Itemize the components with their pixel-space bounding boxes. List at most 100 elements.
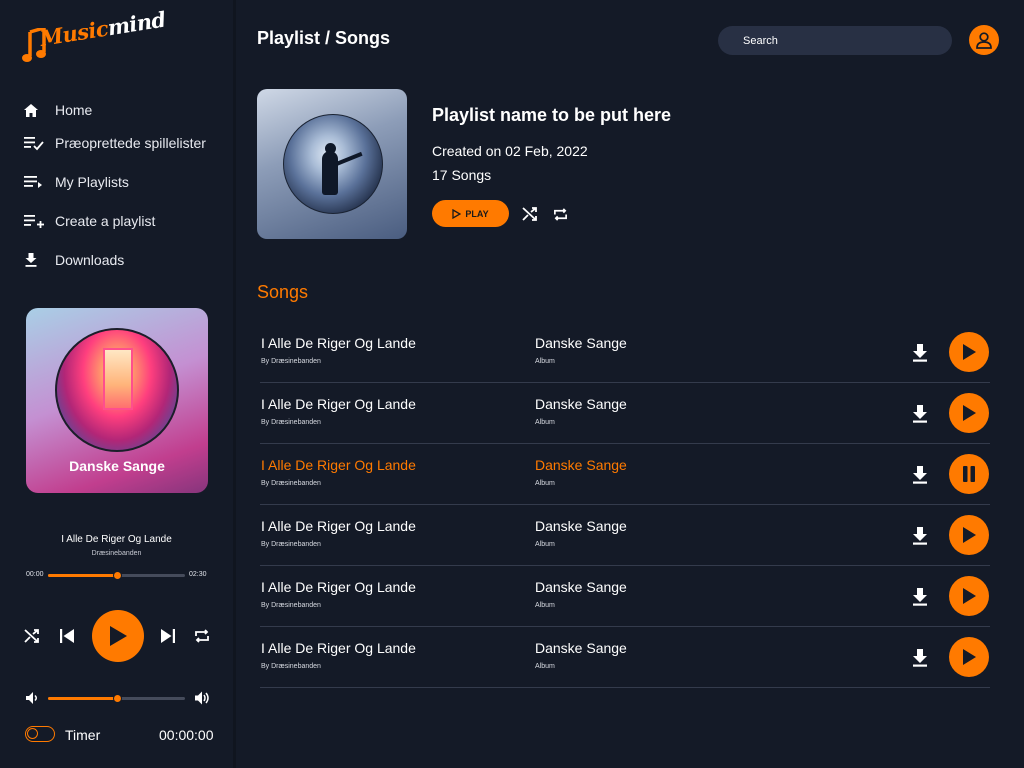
- song-title[interactable]: I Alle De Riger Og Lande: [261, 518, 416, 534]
- playlist-check-icon: [24, 134, 44, 152]
- song-title[interactable]: I Alle De Riger Og Lande: [261, 579, 416, 595]
- song-artist: By Dræsinebanden: [261, 419, 321, 426]
- home-icon: [24, 101, 44, 119]
- sidebar-item-create-playlist[interactable]: Create a playlist: [24, 210, 155, 232]
- songs-heading: Songs: [257, 282, 309, 302]
- song-download-button[interactable]: [908, 342, 932, 364]
- song-row[interactable]: I Alle De Riger Og Lande By Dræsinebande…: [260, 505, 990, 566]
- sidebar-item-my-playlists[interactable]: My Playlists: [24, 171, 129, 193]
- volume-fill: [48, 697, 117, 700]
- previous-button[interactable]: [56, 625, 78, 647]
- song-download-button[interactable]: [908, 586, 932, 608]
- play-icon: [963, 405, 976, 421]
- song-artist: By Dræsinebanden: [261, 663, 321, 670]
- song-row[interactable]: I Alle De Riger Og Lande By Dræsinebande…: [260, 566, 990, 627]
- song-row[interactable]: I Alle De Riger Og Lande By Dræsinebande…: [260, 627, 990, 688]
- download-icon: [913, 466, 927, 484]
- song-pause-button[interactable]: [949, 454, 989, 494]
- progress-handle[interactable]: [112, 571, 122, 580]
- next-icon: [161, 629, 175, 643]
- song-download-button[interactable]: [908, 464, 932, 486]
- song-play-button[interactable]: [949, 637, 989, 677]
- user-avatar-button[interactable]: [969, 25, 999, 55]
- progress-slider[interactable]: [48, 571, 185, 580]
- user-icon: [976, 31, 992, 49]
- song-album[interactable]: Danske Sange: [535, 457, 627, 473]
- song-album-label: Album: [535, 663, 555, 670]
- sidebar: Musicmind Home Præoprettede spillelister…: [0, 0, 233, 768]
- logo-text-music: Music: [38, 15, 110, 51]
- play-button-label: PLAY: [465, 208, 489, 219]
- song-artist: By Dræsinebanden: [261, 602, 321, 609]
- song-album[interactable]: Danske Sange: [535, 335, 627, 351]
- song-row[interactable]: I Alle De Riger Og Lande By Dræsinebande…: [260, 322, 990, 383]
- previous-icon: [60, 629, 74, 643]
- volume-down-button[interactable]: [24, 690, 40, 706]
- progress-fill: [48, 574, 117, 577]
- repeat-icon: [195, 629, 209, 643]
- volume-handle[interactable]: [112, 694, 122, 703]
- song-download-button[interactable]: [908, 403, 932, 425]
- playlist-name: Playlist name to be put here: [432, 105, 672, 125]
- time-total: 02:30: [189, 571, 207, 578]
- song-title[interactable]: I Alle De Riger Og Lande: [261, 335, 416, 351]
- volume-slider[interactable]: [48, 694, 185, 703]
- now-playing-title: I Alle De Riger Og Lande: [61, 534, 172, 545]
- timer-label: Timer: [65, 727, 101, 743]
- timer-toggle[interactable]: [25, 726, 55, 742]
- download-icon: [913, 588, 927, 606]
- timer-value: 00:00:00: [159, 727, 214, 743]
- next-button[interactable]: [157, 625, 179, 647]
- song-album[interactable]: Danske Sange: [535, 518, 627, 534]
- playlist-created-date: Created on 02 Feb, 2022: [432, 143, 588, 159]
- now-playing-artist: Dræsinebanden: [91, 550, 142, 557]
- playlist-repeat-button[interactable]: [550, 204, 570, 224]
- breadcrumb: Playlist / Songs: [257, 28, 391, 48]
- song-album[interactable]: Danske Sange: [535, 640, 627, 656]
- playlist-add-icon: [24, 212, 44, 230]
- repeat-button[interactable]: [192, 626, 212, 646]
- song-title[interactable]: I Alle De Riger Og Lande: [261, 396, 416, 412]
- song-album-label: Album: [535, 480, 555, 487]
- sidebar-item-home[interactable]: Home: [24, 99, 92, 121]
- song-album-label: Album: [535, 602, 555, 609]
- song-play-button[interactable]: [949, 332, 989, 372]
- sidebar-item-label: Downloads: [55, 252, 125, 268]
- play-icon: [963, 527, 976, 543]
- song-play-button[interactable]: [949, 515, 989, 555]
- sidebar-item-label: Præoprettede spillelister: [55, 135, 206, 151]
- song-play-button[interactable]: [949, 393, 989, 433]
- logo[interactable]: Musicmind: [22, 6, 167, 70]
- play-button[interactable]: [92, 610, 144, 662]
- logo-text-mind: mind: [105, 6, 168, 41]
- playlist-cover-art: [283, 114, 383, 214]
- now-playing-album-card[interactable]: Danske Sange: [26, 308, 208, 493]
- playlist-icon: [24, 173, 44, 191]
- song-album-label: Album: [535, 358, 555, 365]
- sidebar-item-downloads[interactable]: Downloads: [24, 249, 124, 271]
- time-elapsed: 00:00: [26, 571, 44, 578]
- sidebar-item-preset-playlists[interactable]: Præoprettede spillelister: [24, 132, 206, 154]
- playlist-shuffle-button[interactable]: [520, 204, 540, 224]
- search-input[interactable]: [718, 26, 952, 55]
- download-icon: [913, 405, 927, 423]
- download-icon: [913, 344, 927, 362]
- song-download-button[interactable]: [908, 647, 932, 669]
- song-artist: By Dræsinebanden: [261, 480, 321, 487]
- song-album[interactable]: Danske Sange: [535, 396, 627, 412]
- volume-up-button[interactable]: [193, 689, 211, 707]
- song-title[interactable]: I Alle De Riger Og Lande: [261, 457, 416, 473]
- shuffle-button[interactable]: [22, 626, 42, 646]
- song-row[interactable]: I Alle De Riger Og Lande By Dræsinebande…: [260, 383, 990, 444]
- playlist-play-button[interactable]: PLAY: [432, 200, 509, 227]
- download-icon: [913, 527, 927, 545]
- play-icon: [963, 588, 976, 604]
- song-download-button[interactable]: [908, 525, 932, 547]
- volume-high-icon: [194, 691, 209, 705]
- song-album[interactable]: Danske Sange: [535, 579, 627, 595]
- song-album-label: Album: [535, 419, 555, 426]
- song-row-playing[interactable]: I Alle De Riger Og Lande By Dræsinebande…: [260, 444, 990, 505]
- shuffle-icon: [522, 207, 537, 221]
- song-title[interactable]: I Alle De Riger Og Lande: [261, 640, 416, 656]
- song-play-button[interactable]: [949, 576, 989, 616]
